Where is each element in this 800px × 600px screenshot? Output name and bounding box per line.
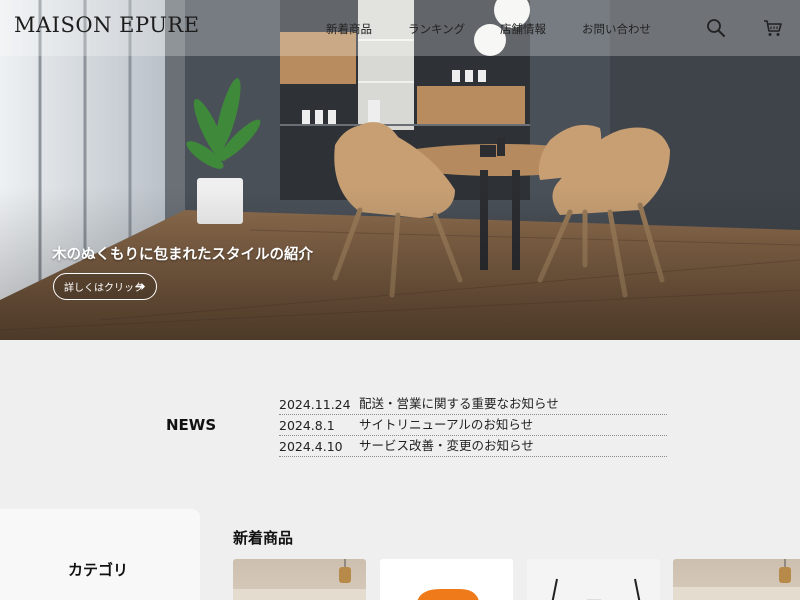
news-date: 2024.4.10 [279, 439, 343, 454]
news-item[interactable]: 2024.11.24 配送・営業に関する重要なお知らせ [279, 394, 667, 415]
news-title: サービス改善・変更のお知らせ [359, 438, 534, 453]
news-title: 配送・営業に関する重要なお知らせ [359, 396, 559, 411]
product-image [673, 559, 800, 600]
news-date: 2024.8.1 [279, 418, 335, 433]
nav-store-info[interactable]: 店舗情報 [500, 21, 546, 37]
hero-title: 木のぬくもりに包まれたスタイルの紹介 [52, 247, 313, 263]
product-card[interactable] [233, 559, 366, 600]
news-date: 2024.11.24 [279, 397, 351, 412]
site-logo[interactable]: MAISON EPURE [14, 13, 200, 37]
news-item[interactable]: 2024.4.10 サービス改善・変更のお知らせ [279, 436, 667, 457]
new-arrivals-heading: 新着商品 [233, 529, 294, 547]
product-card[interactable] [380, 559, 513, 600]
product-image [551, 578, 641, 600]
product-image [417, 589, 479, 600]
product-card[interactable] [673, 559, 800, 600]
hero-detail-button[interactable]: 詳しくはクリック [53, 273, 157, 300]
cart-icon[interactable] [763, 18, 783, 38]
nav-new-products[interactable]: 新着商品 [326, 21, 372, 37]
category-heading: カテゴリ [68, 561, 129, 579]
search-icon[interactable] [706, 18, 726, 38]
nav-ranking[interactable]: ランキング [408, 21, 465, 37]
news-item[interactable]: 2024.8.1 サイトリニューアルのお知らせ [279, 415, 667, 436]
nav-contact[interactable]: お問い合わせ [582, 21, 651, 37]
hero-banner: MAISON EPURE 新着商品 ランキング 店舗情報 お問い合わせ 木のぬく… [0, 0, 800, 340]
product-card[interactable] [527, 559, 660, 600]
site-header: MAISON EPURE 新着商品 ランキング 店舗情報 お問い合わせ [0, 0, 800, 56]
news-title: サイトリニューアルのお知らせ [359, 417, 534, 432]
news-section: NEWS 2024.11.24 配送・営業に関する重要なお知らせ 2024.8.… [0, 340, 800, 510]
category-panel: カテゴリ [0, 509, 200, 600]
hero-button-label: 詳しくはクリック [64, 283, 144, 294]
news-list: 2024.11.24 配送・営業に関する重要なお知らせ 2024.8.1 サイト… [279, 394, 667, 457]
product-image [233, 559, 366, 600]
news-heading: NEWS [166, 416, 217, 434]
arrow-right-icon [135, 282, 146, 291]
